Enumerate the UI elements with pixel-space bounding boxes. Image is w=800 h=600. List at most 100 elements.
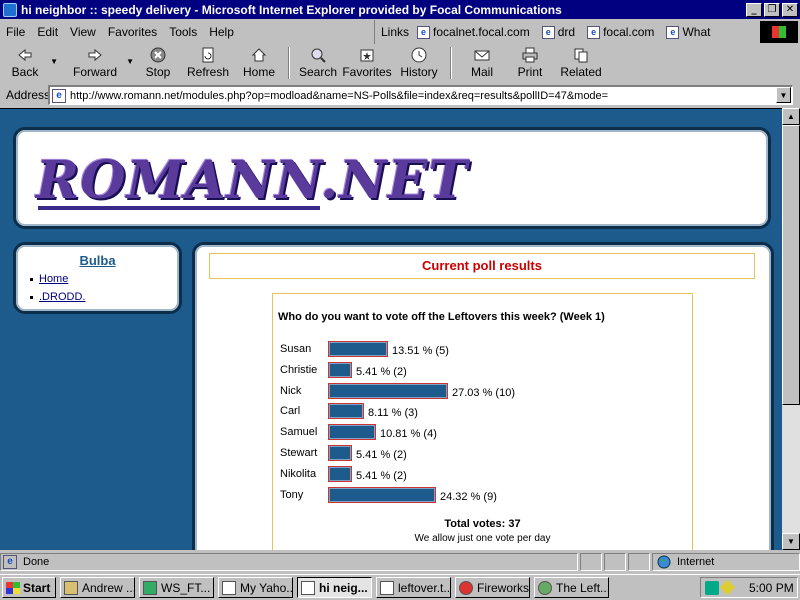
candidate-name: Samuel	[280, 426, 318, 439]
title-bar: hi neighbor :: speedy delivery - Microso…	[0, 0, 800, 19]
vote-percent: 5.41 % (2)	[356, 449, 407, 461]
total-votes: Total votes: 37	[444, 518, 521, 530]
search-icon	[311, 48, 326, 63]
sidebar-title[interactable]: Bulba	[16, 253, 179, 268]
poll-row: Tony 24.32 % (9)	[280, 485, 497, 505]
notepad-icon	[380, 580, 394, 595]
link-label: drd	[557, 25, 576, 39]
clock[interactable]: 5:00 PM	[749, 581, 794, 595]
scroll-thumb[interactable]	[782, 125, 800, 405]
vote-bar	[328, 403, 364, 420]
refresh-button[interactable]: Refresh	[180, 45, 236, 81]
menu-help[interactable]: Help	[203, 25, 240, 39]
taskbar-item-andrew[interactable]: Andrew ...	[60, 577, 135, 598]
refresh-label: Refresh	[186, 65, 230, 79]
search-button[interactable]: Search	[296, 45, 340, 81]
chevron-down-icon[interactable]: ▼	[50, 57, 58, 66]
tray-diamond-icon[interactable]	[719, 579, 736, 596]
scroll-up-icon[interactable]: ▲	[782, 108, 800, 125]
candidate-name: Nikolita	[280, 467, 317, 480]
menu-file[interactable]: File	[0, 25, 31, 39]
back-button[interactable]: Back ▼	[2, 45, 58, 81]
favorites-icon	[360, 49, 374, 62]
poll-row: Samuel 10.81 % (4)	[280, 422, 437, 442]
vertical-scrollbar[interactable]: ▲ ▼	[782, 108, 800, 550]
page-content: ROMANN.NET Bulba Home .DRODD. Current po…	[0, 108, 782, 550]
menu-view[interactable]: View	[64, 25, 102, 39]
link-focalnet[interactable]: e focalnet.focal.com	[417, 25, 530, 39]
app-icon	[64, 580, 78, 595]
site-logo[interactable]: ROMANN.NET	[36, 150, 468, 211]
taskbar-item-leftovers[interactable]: The Left...	[534, 577, 609, 598]
menu-tools[interactable]: Tools	[163, 25, 203, 39]
zone-text: Internet	[677, 556, 715, 568]
vote-percent: 10.81 % (4)	[380, 428, 437, 441]
taskbar-item-yahoo[interactable]: My Yaho...	[218, 577, 293, 598]
close-button[interactable]: ✕	[782, 2, 798, 17]
history-button[interactable]: History	[394, 45, 444, 81]
task-label: WS_FT...	[161, 580, 211, 595]
menu-favorites[interactable]: Favorites	[102, 25, 163, 39]
related-button[interactable]: Related	[554, 45, 608, 81]
sidebar-item-home[interactable]: Home	[30, 273, 68, 285]
candidate-name: Susan	[280, 343, 312, 355]
bullet-icon	[30, 277, 33, 281]
print-button[interactable]: Print	[506, 45, 554, 81]
home-button[interactable]: Home	[236, 45, 282, 81]
vote-bar	[328, 341, 388, 357]
link-focal[interactable]: e focal.com	[587, 25, 654, 39]
vote-limit-note: We allow just one vote per day	[414, 533, 551, 544]
vote-percent: 5.41 % (2)	[356, 469, 407, 482]
mail-button[interactable]: Mail	[458, 45, 506, 81]
links-label[interactable]: Links	[375, 25, 417, 39]
task-label: leftover.t...	[398, 580, 451, 595]
vote-percent: 5.41 % (2)	[356, 365, 407, 378]
vote-bar	[328, 361, 352, 378]
sidebar-item-label[interactable]: Home	[39, 273, 68, 285]
minimize-button[interactable]: _	[746, 2, 762, 17]
toolbar-separator	[288, 47, 290, 79]
chevron-down-icon[interactable]: ▼	[776, 87, 791, 103]
windows-logo-icon	[6, 581, 20, 594]
taskbar-item-leftover[interactable]: leftover.t...	[376, 577, 451, 598]
windows-logo-icon	[760, 21, 798, 43]
link-drd[interactable]: e drd	[541, 25, 576, 39]
browser-window: hi neighbor :: speedy delivery - Microso…	[0, 0, 800, 600]
browser-icon	[538, 580, 552, 595]
zone-panel: Internet	[652, 553, 800, 571]
logo-underline	[38, 206, 320, 210]
printer-icon	[522, 47, 538, 63]
sidebar: Bulba Home .DRODD.	[13, 242, 182, 314]
sidebar-item-drodd[interactable]: .DRODD.	[30, 291, 85, 303]
related-icon	[574, 48, 588, 63]
stop-button[interactable]: Stop	[136, 45, 180, 81]
poll-row: Nick 27.03 % (10)	[280, 381, 515, 401]
vote-bar	[328, 424, 376, 441]
page-icon: e	[666, 25, 680, 39]
sidebar-item-label[interactable]: .DRODD.	[39, 291, 85, 303]
page-icon: e	[52, 88, 66, 103]
poll-row: Christie 5.41 % (2)	[280, 360, 407, 380]
network-icon[interactable]	[705, 580, 719, 595]
poll-results-box: Who do you want to vote off the Leftover…	[272, 293, 693, 550]
mail-icon	[474, 50, 490, 61]
scroll-down-icon[interactable]: ▼	[782, 533, 800, 550]
start-button[interactable]: Start	[2, 577, 56, 598]
taskbar-item-fireworks[interactable]: Fireworks	[455, 577, 530, 598]
link-label: What	[682, 25, 711, 39]
chevron-down-icon[interactable]: ▼	[126, 57, 134, 66]
address-input[interactable]: e http://www.romann.net/modules.php?op=m…	[48, 85, 793, 105]
menu-edit[interactable]: Edit	[31, 25, 64, 39]
favorites-button[interactable]: Favorites	[340, 45, 394, 81]
vote-bar	[328, 486, 436, 503]
taskbar-item-wsftp[interactable]: WS_FT...	[139, 577, 214, 598]
maximize-button[interactable]: ❐	[764, 2, 780, 17]
poll-row: Nikolita 5.41 % (2)	[280, 464, 407, 484]
taskbar-item-hi-neighbor[interactable]: hi neig...	[297, 577, 372, 598]
status-text: Done	[23, 556, 50, 568]
forward-button[interactable]: Forward ▼	[60, 45, 134, 81]
candidate-name: Nick	[280, 384, 302, 397]
link-what[interactable]: e What	[666, 25, 710, 39]
status-panel	[628, 553, 650, 571]
poll-row: Stewart 5.41 % (2)	[280, 443, 407, 463]
